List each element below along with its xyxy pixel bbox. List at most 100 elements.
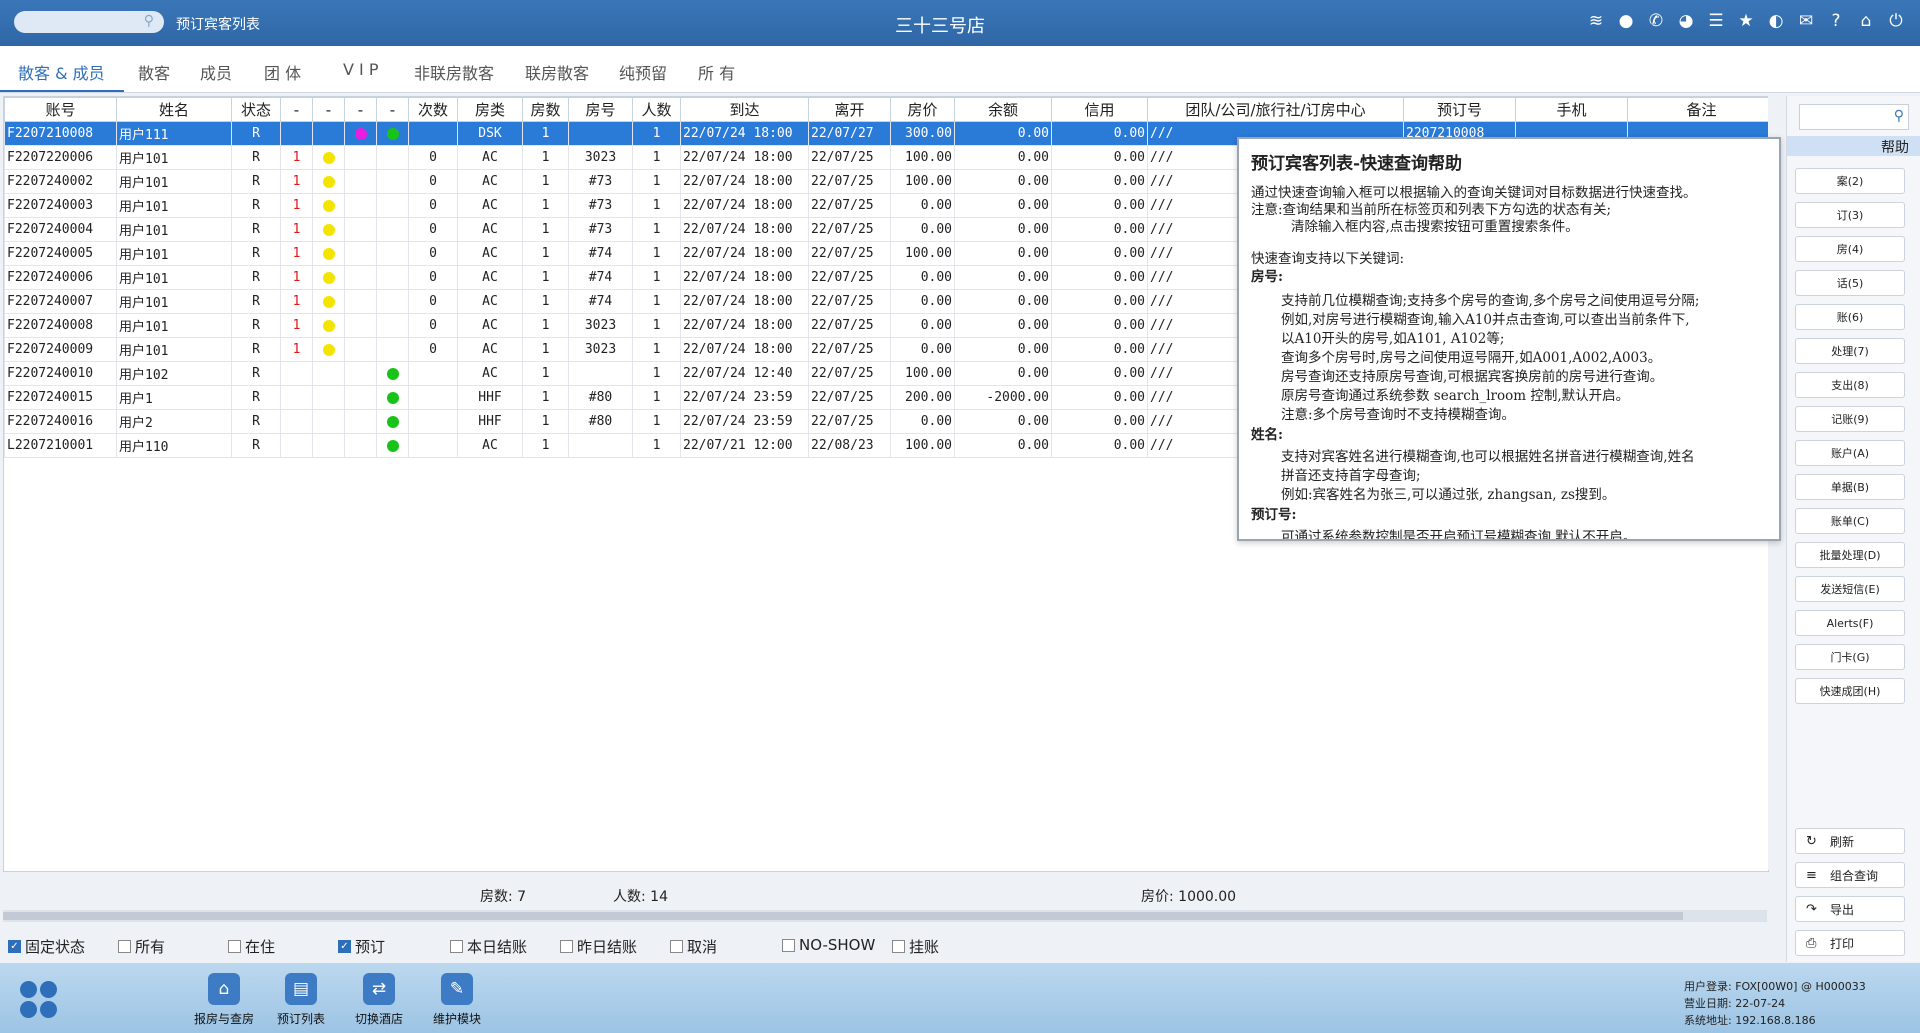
- action-button[interactable]: 记账(9): [1795, 406, 1905, 432]
- action-button[interactable]: 订(3): [1795, 202, 1905, 228]
- bottom-action-button[interactable]: ↷ 导出: [1795, 896, 1905, 922]
- cell-arrive: 22/07/24 18:00: [680, 337, 809, 362]
- column-header[interactable]: 次数: [408, 97, 458, 122]
- column-header[interactable]: 账号: [4, 97, 117, 122]
- checkbox-empty-icon[interactable]: [118, 940, 131, 953]
- column-header[interactable]: 状态: [231, 97, 281, 122]
- filter-checkbox[interactable]: NO-SHOW: [782, 936, 875, 954]
- scrollbar-thumb[interactable]: [3, 912, 1683, 920]
- switch-hotel-button[interactable]: ⇄ 切换酒店: [344, 973, 414, 1027]
- column-header[interactable]: 手机: [1515, 97, 1628, 122]
- tab-all[interactable]: 所 有: [698, 60, 735, 84]
- checkbox-empty-icon[interactable]: [670, 940, 683, 953]
- tab-fit-members[interactable]: 散客 & 成员: [18, 60, 105, 84]
- action-button[interactable]: 门卡(G): [1795, 644, 1905, 670]
- checkbox-empty-icon[interactable]: [560, 940, 573, 953]
- table-horizontal-scrollbar[interactable]: [3, 910, 1767, 922]
- checkbox-empty-icon[interactable]: [782, 938, 795, 952]
- column-header[interactable]: 房数: [522, 97, 569, 122]
- room-status-button[interactable]: ⌂ 报房与查房: [189, 973, 259, 1027]
- phone-icon[interactable]: ✆: [1646, 10, 1666, 32]
- filter-checkbox[interactable]: ✓ 预订: [338, 936, 385, 957]
- quick-search-input[interactable]: ⚲: [1799, 104, 1909, 130]
- checkbox-checked-icon[interactable]: ✓: [8, 940, 21, 953]
- filter-checkbox[interactable]: ✓ 固定状态: [8, 936, 85, 957]
- star-icon[interactable]: ★: [1736, 10, 1756, 32]
- action-button[interactable]: 快速成团(H): [1795, 678, 1905, 704]
- palette-icon[interactable]: ◕: [1676, 10, 1696, 32]
- action-button[interactable]: 批量处理(D): [1795, 542, 1905, 568]
- filter-checkbox[interactable]: 取消: [670, 936, 717, 957]
- search-icon[interactable]: ⚲: [1894, 108, 1904, 124]
- column-header[interactable]: -: [376, 97, 409, 122]
- checkbox-empty-icon[interactable]: [450, 940, 463, 953]
- tab-vip[interactable]: V I P: [343, 60, 378, 79]
- checkbox-empty-icon[interactable]: [892, 940, 905, 953]
- column-header[interactable]: 信用: [1051, 97, 1148, 122]
- menu-icon[interactable]: ☰: [1706, 10, 1726, 32]
- filter-checkbox[interactable]: 挂账: [892, 936, 939, 957]
- cell-id: L2207210001: [4, 433, 117, 458]
- wifi-icon[interactable]: ≋: [1586, 10, 1606, 32]
- column-header[interactable]: 房号: [568, 97, 633, 122]
- system-info: 用户登录: FOX[00W0] @ H000033 营业日期: 22-07-24…: [1684, 978, 1866, 1029]
- bottom-action-button[interactable]: ⎙ 打印: [1795, 930, 1905, 956]
- cell-people: 1: [632, 409, 681, 434]
- power-icon[interactable]: ⏻: [1886, 10, 1906, 32]
- maintenance-button[interactable]: ✎ 维护模块: [422, 973, 492, 1027]
- tab-group[interactable]: 团 体: [264, 60, 301, 84]
- column-header[interactable]: 到达: [680, 97, 809, 122]
- tab-bar: 散客 & 成员 散客 成员 团 体 V I P 非联房散客 联房散客 纯预留 所…: [0, 46, 1920, 93]
- checkbox-empty-icon[interactable]: [228, 940, 241, 953]
- app-logo[interactable]: [20, 981, 58, 1019]
- mail-icon[interactable]: ✉: [1796, 10, 1816, 32]
- help-menu-item[interactable]: 帮助: [1787, 136, 1920, 156]
- cell-name: 用户101: [116, 265, 232, 290]
- filter-checkbox[interactable]: 所有: [118, 936, 165, 957]
- home-icon[interactable]: ⌂: [1856, 10, 1876, 32]
- column-header[interactable]: 人数: [632, 97, 681, 122]
- bottom-action-button[interactable]: ≡ 组合查询: [1795, 862, 1905, 888]
- column-header[interactable]: 团队/公司/旅行社/订房中心: [1147, 97, 1404, 122]
- tab-non-linked[interactable]: 非联房散客: [414, 60, 494, 84]
- action-button[interactable]: 账(6): [1795, 304, 1905, 330]
- column-header[interactable]: 房类: [457, 97, 523, 122]
- column-header[interactable]: -: [280, 97, 313, 122]
- filter-checkbox[interactable]: 在住: [228, 936, 275, 957]
- action-button[interactable]: 账户(A): [1795, 440, 1905, 466]
- checkbox-checked-icon[interactable]: ✓: [338, 940, 351, 953]
- column-header[interactable]: 离开: [808, 97, 891, 122]
- action-button[interactable]: 处理(7): [1795, 338, 1905, 364]
- action-button[interactable]: 案(2): [1795, 168, 1905, 194]
- column-header[interactable]: -: [344, 97, 377, 122]
- filter-checkbox[interactable]: 昨日结账: [560, 936, 637, 957]
- status-dot-icon: [386, 415, 399, 428]
- column-header[interactable]: 预订号: [1403, 97, 1516, 122]
- column-header[interactable]: 备注: [1627, 97, 1776, 122]
- column-header[interactable]: 房价: [890, 97, 955, 122]
- tab-members[interactable]: 成员: [200, 60, 232, 84]
- theme-icon[interactable]: ◐: [1766, 10, 1786, 32]
- tab-fit[interactable]: 散客: [138, 60, 170, 84]
- column-header[interactable]: -: [312, 97, 345, 122]
- column-header[interactable]: 姓名: [116, 97, 232, 122]
- action-button[interactable]: 单据(B): [1795, 474, 1905, 500]
- action-button[interactable]: 账单(C): [1795, 508, 1905, 534]
- status-dot-icon: [386, 367, 399, 380]
- status-dot-icon: [386, 127, 399, 140]
- action-button[interactable]: 支出(8): [1795, 372, 1905, 398]
- booking-list-button[interactable]: ▤ 预订列表: [266, 973, 336, 1027]
- column-header[interactable]: 余额: [954, 97, 1052, 122]
- action-button[interactable]: Alerts(F): [1795, 610, 1905, 636]
- action-button[interactable]: 房(4): [1795, 236, 1905, 262]
- action-button[interactable]: 话(5): [1795, 270, 1905, 296]
- help-icon[interactable]: ?: [1826, 10, 1846, 32]
- filter-checkbox[interactable]: 本日结账: [450, 936, 527, 957]
- help-line: 拼音还支持首字母查询;: [1281, 468, 1421, 484]
- cell-d2: [344, 433, 377, 458]
- action-button[interactable]: 发送短信(E): [1795, 576, 1905, 602]
- tab-reserve-only[interactable]: 纯预留: [619, 60, 667, 84]
- bottom-action-button[interactable]: ↻ 刷新: [1795, 828, 1905, 854]
- chat-icon[interactable]: ●: [1616, 10, 1636, 32]
- tab-linked[interactable]: 联房散客: [525, 60, 589, 84]
